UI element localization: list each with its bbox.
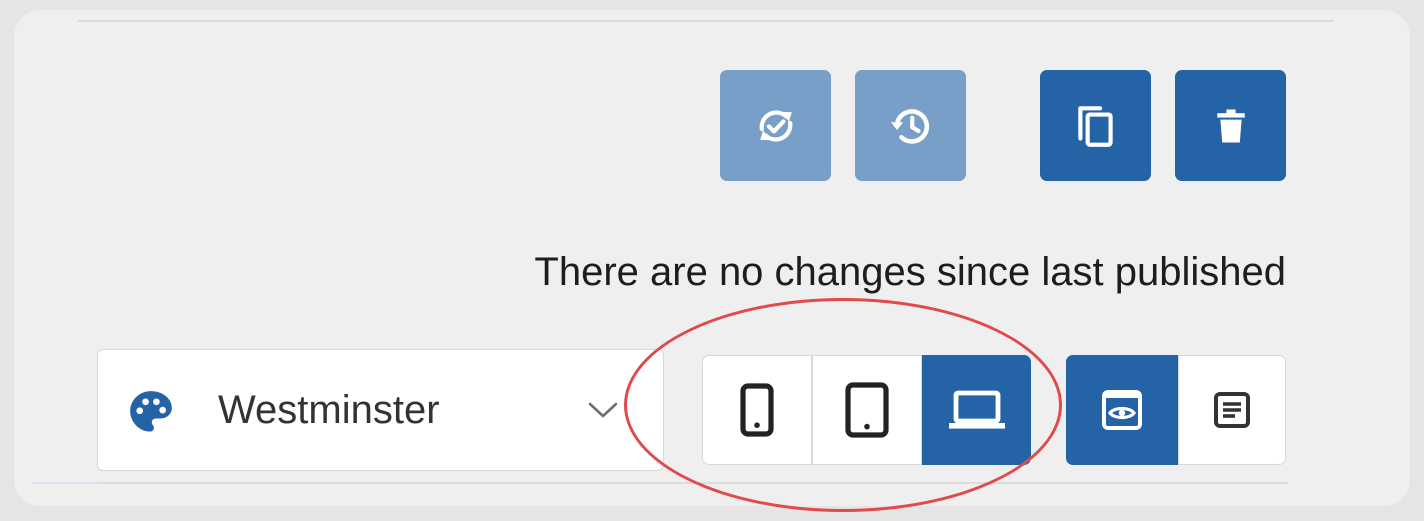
sync-changes-button[interactable]: [720, 70, 831, 181]
view-preview-button[interactable]: [1066, 355, 1178, 465]
history-button[interactable]: [855, 70, 966, 181]
view-form-button[interactable]: [1178, 355, 1286, 465]
phone-icon: [740, 383, 774, 437]
theme-select-value: Westminster: [218, 388, 440, 432]
top-divider: [78, 20, 1334, 22]
sync-check-icon: [759, 109, 792, 142]
history-icon: [890, 108, 929, 144]
device-desktop-button[interactable]: [922, 355, 1031, 465]
delete-button[interactable]: [1175, 70, 1286, 181]
palette-icon: [130, 391, 172, 432]
copy-icon: [1077, 105, 1113, 147]
trash-icon: [1216, 109, 1245, 142]
device-tablet-button[interactable]: [812, 355, 922, 465]
preview-eye-icon: [1102, 390, 1142, 430]
tablet-icon: [845, 382, 889, 438]
bottom-divider-accent: [32, 482, 98, 484]
duplicate-button[interactable]: [1040, 70, 1151, 181]
laptop-icon: [948, 390, 1005, 429]
publish-status-text: There are no changes since last publishe…: [534, 250, 1286, 294]
editor-panel: There are no changes since last publishe…: [14, 10, 1410, 506]
bottom-divider: [98, 482, 1288, 484]
theme-select[interactable]: Westminster: [97, 349, 664, 471]
chevron-down-icon: [588, 402, 618, 418]
form-icon: [1214, 392, 1250, 428]
device-mobile-button[interactable]: [702, 355, 812, 465]
